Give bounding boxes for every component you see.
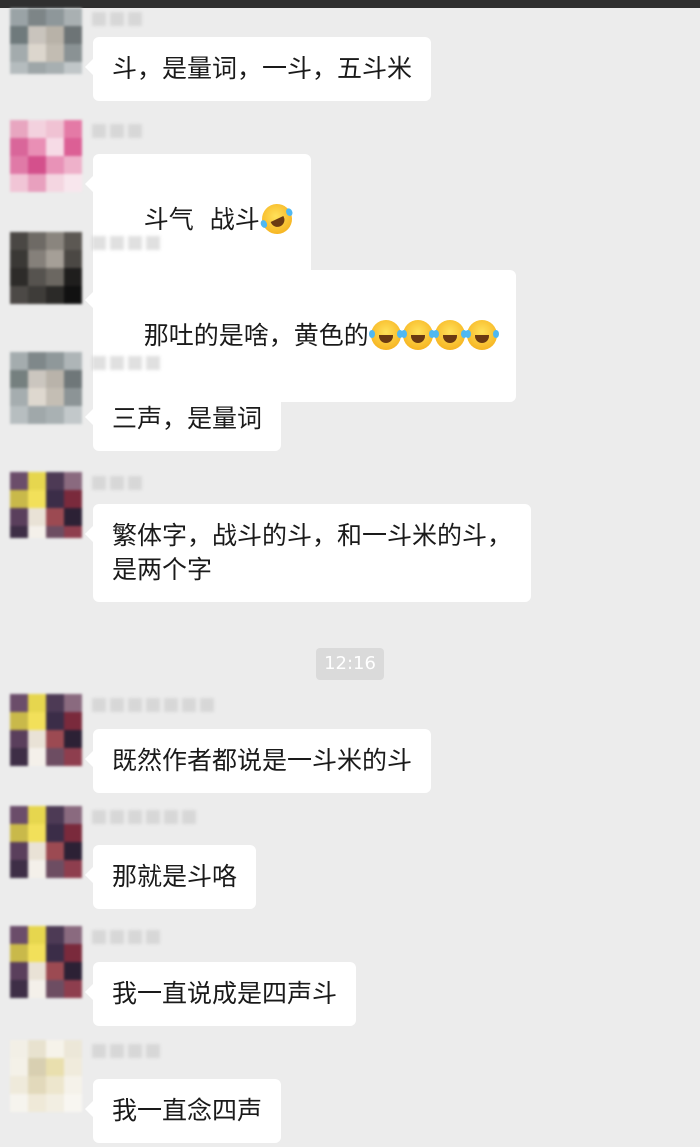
avatar[interactable] <box>10 926 82 998</box>
message-text: 那就是斗咯 <box>112 862 238 891</box>
sender-nickname-blurred <box>92 476 142 490</box>
message-text: 那吐的是啥，黄色的 <box>143 321 369 350</box>
message-text: 三声，是量词 <box>112 404 263 433</box>
sender-nickname-blurred <box>92 698 214 712</box>
sender-nickname-blurred <box>92 356 160 370</box>
message-bubble[interactable]: 那就是斗咯 <box>84 845 257 909</box>
avatar[interactable] <box>10 1040 82 1112</box>
face-with-tears-of-joy-emoji-icon <box>464 320 499 350</box>
message-text: 斗气 战斗 <box>143 205 260 234</box>
message-bubble[interactable]: 三声，是量词 <box>84 387 282 451</box>
sender-nickname-blurred <box>92 810 196 824</box>
avatar[interactable] <box>10 120 82 192</box>
message-bubble[interactable]: 我一直说成是四声斗 <box>84 962 357 1026</box>
message-bubble[interactable]: 那吐的是啥，黄色的 <box>85 270 516 402</box>
face-with-tears-of-joy-emoji-icon <box>432 320 467 350</box>
sender-nickname-blurred <box>92 930 160 944</box>
sender-nickname-blurred <box>92 1044 160 1058</box>
face-with-tears-of-joy-emoji-icon <box>368 320 403 350</box>
avatar[interactable] <box>10 8 82 74</box>
message-bubble[interactable]: 既然作者都说是一斗米的斗 <box>84 729 432 793</box>
avatar[interactable] <box>10 694 82 766</box>
rolling-on-floor-laughing-emoji-icon <box>256 199 297 239</box>
message-text: 繁体字，战斗的斗，和一斗米的斗， 是两个字 <box>112 521 513 584</box>
avatar[interactable] <box>10 472 82 538</box>
status-bar-strip <box>0 0 700 8</box>
sender-nickname-blurred <box>92 12 142 26</box>
timestamp-label: 12:16 <box>316 648 384 680</box>
message-text: 斗，是量词，一斗，五斗米 <box>112 54 413 83</box>
message-bubble[interactable]: 繁体字，战斗的斗，和一斗米的斗， 是两个字 <box>85 504 531 602</box>
message-text: 我一直念四声 <box>112 1096 263 1125</box>
message-text: 我一直说成是四声斗 <box>112 979 338 1008</box>
message-bubble[interactable]: 斗，是量词，一斗，五斗米 <box>84 37 432 101</box>
avatar[interactable] <box>10 806 82 878</box>
avatar[interactable] <box>10 352 82 424</box>
face-with-tears-of-joy-emoji-icon <box>400 320 435 350</box>
avatar[interactable] <box>10 232 82 304</box>
message-bubble[interactable]: 斗气 战斗 <box>85 154 311 286</box>
sender-nickname-blurred <box>92 236 160 250</box>
message-bubble[interactable]: 我一直念四声 <box>84 1079 282 1143</box>
sender-nickname-blurred <box>92 124 142 138</box>
message-text: 既然作者都说是一斗米的斗 <box>112 746 413 775</box>
